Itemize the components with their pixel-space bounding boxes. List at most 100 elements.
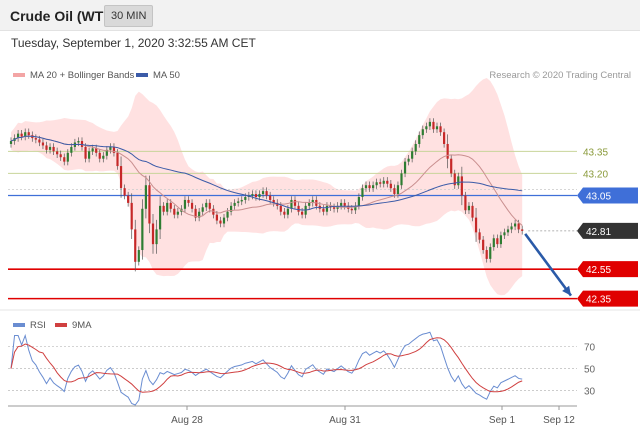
- candle-body: [283, 211, 286, 215]
- candle-body: [297, 205, 300, 212]
- candle-body: [166, 202, 169, 212]
- candle-body: [364, 185, 368, 189]
- candle-body: [41, 142, 45, 146]
- candle-body: [421, 129, 424, 136]
- candle-body: [403, 161, 407, 174]
- candle-body: [510, 226, 513, 230]
- candle-body: [379, 182, 382, 184]
- candle-body: [396, 185, 400, 195]
- x-tick-label: Aug 31: [329, 415, 361, 426]
- candle-body: [489, 247, 492, 259]
- price-chart: MA 20 + Bollinger Bands MA 50 Research ©…: [0, 70, 640, 426]
- candle-body: [52, 146, 55, 152]
- candle-body: [269, 195, 272, 200]
- candle-body: [290, 199, 293, 209]
- candle-body: [261, 191, 265, 195]
- candle-body: [109, 146, 112, 150]
- candle-body: [159, 205, 162, 230]
- candle-body: [492, 238, 495, 248]
- candle-body: [506, 229, 510, 233]
- candle-body: [382, 180, 385, 184]
- candle-body: [244, 197, 247, 200]
- candle-body: [340, 202, 343, 206]
- legend-bollinger-label: MA 20 + Bollinger Bands: [30, 70, 135, 81]
- candle-body: [258, 194, 261, 197]
- candle-body: [127, 195, 130, 203]
- candle-body: [332, 207, 336, 209]
- candle-body: [59, 154, 62, 158]
- candle-body: [88, 151, 91, 159]
- candle-body: [240, 199, 243, 202]
- candle-body: [226, 211, 229, 218]
- candle-body: [325, 205, 329, 212]
- candle-body: [389, 183, 392, 189]
- candle-body: [48, 146, 52, 150]
- candle-body: [123, 188, 126, 196]
- candle-body: [393, 188, 396, 195]
- candle-body: [460, 176, 463, 196]
- candle-body: [482, 239, 485, 251]
- candle-body: [361, 188, 364, 197]
- candle-body: [176, 211, 179, 215]
- candle-body: [141, 208, 144, 251]
- legend-bollinger-swatch: [13, 73, 25, 77]
- candle-body: [56, 151, 59, 155]
- level-label-43-20: 43.20: [583, 169, 608, 180]
- candle-body: [169, 202, 172, 209]
- candle-body: [119, 166, 123, 189]
- candle-body: [471, 205, 474, 218]
- candle-body: [411, 151, 414, 159]
- candle-body: [208, 202, 211, 209]
- rsi-ma-line: [10, 337, 523, 393]
- candle-body: [151, 223, 155, 245]
- candle-body: [201, 207, 204, 212]
- candle-body: [439, 126, 442, 133]
- candle-body: [343, 202, 346, 206]
- candle-body: [173, 208, 176, 215]
- candle-body: [63, 157, 66, 162]
- candle-body: [308, 202, 311, 206]
- candle-body: [190, 202, 194, 209]
- candle-body: [368, 185, 371, 189]
- candle-body: [432, 121, 435, 130]
- x-tick-label: Sep 1: [489, 415, 516, 426]
- candle-body: [144, 185, 147, 209]
- candle-body: [187, 199, 190, 203]
- candle-body: [251, 194, 254, 196]
- candle-body: [155, 229, 158, 245]
- candle-body: [485, 250, 488, 259]
- candle-body: [254, 194, 258, 197]
- bollinger-band: [11, 78, 523, 296]
- candle-body: [45, 145, 48, 150]
- legend-9ma-swatch: [55, 323, 67, 327]
- candle-body: [499, 235, 502, 245]
- level-label-42-35: 42.35: [586, 295, 611, 306]
- candle-body: [428, 121, 431, 127]
- candle-body: [265, 191, 268, 196]
- candle-body: [357, 197, 360, 206]
- candle-body: [474, 217, 478, 233]
- candle-body: [425, 126, 428, 130]
- candle-body: [496, 238, 499, 245]
- candle-body: [219, 220, 222, 224]
- candle-body: [162, 205, 165, 212]
- candle-body: [435, 126, 439, 130]
- candle-body: [372, 185, 375, 189]
- candle-body: [293, 199, 297, 206]
- candle-body: [414, 143, 417, 152]
- candle-body: [467, 205, 471, 211]
- level-label-43-35: 43.35: [583, 147, 608, 158]
- candle-body: [70, 146, 73, 153]
- legend-ma50-label: MA 50: [153, 70, 180, 81]
- candle-body: [514, 223, 517, 227]
- candle-body: [418, 135, 421, 144]
- candle-body: [27, 132, 30, 136]
- candle-body: [464, 195, 467, 211]
- candle-body: [279, 205, 282, 212]
- candle-body: [503, 232, 506, 236]
- legend-9ma-label: 9MA: [72, 320, 92, 331]
- candle-body: [137, 250, 140, 262]
- candle-body: [91, 148, 94, 152]
- candle-body: [134, 229, 137, 262]
- level-label-42-55: 42.55: [586, 265, 611, 276]
